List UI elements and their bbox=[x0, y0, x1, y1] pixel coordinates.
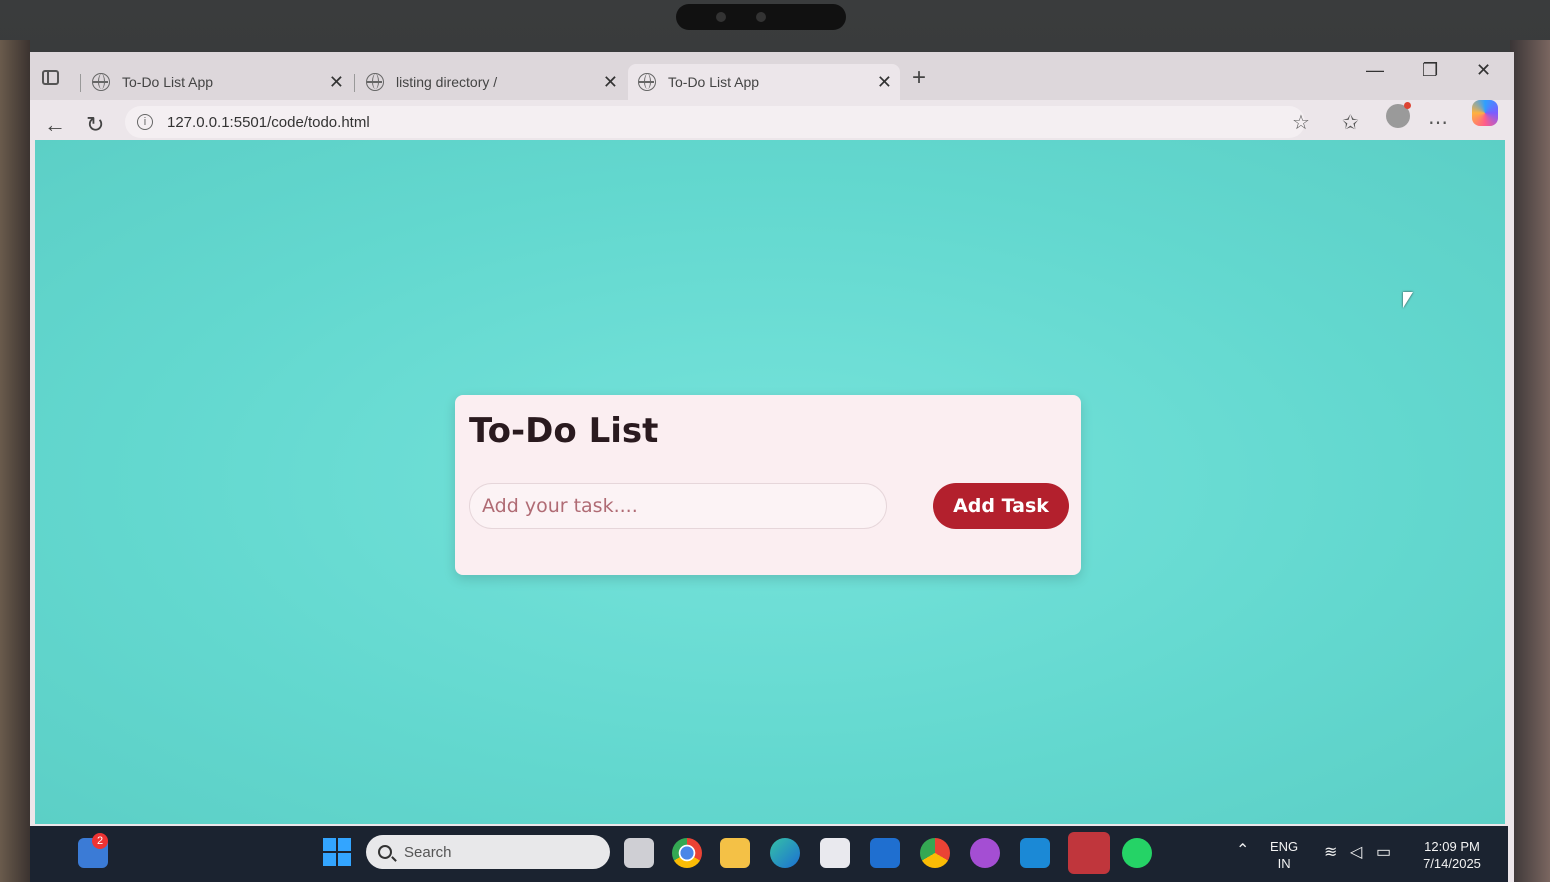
tab-actions-button[interactable] bbox=[42, 70, 64, 92]
language-code: ENG bbox=[1270, 839, 1299, 854]
restore-button[interactable]: ❐ bbox=[1422, 60, 1438, 81]
browser-window: To-Do List App ✕ listing directory / ✕ T… bbox=[30, 52, 1514, 882]
battery-icon[interactable]: ▭ bbox=[1376, 844, 1391, 861]
taskbar-search[interactable]: Search bbox=[366, 835, 610, 869]
store-icon[interactable] bbox=[820, 838, 850, 868]
tab-strip: To-Do List App ✕ listing directory / ✕ T… bbox=[30, 52, 1514, 100]
tab-separator bbox=[80, 74, 81, 92]
more-menu-icon[interactable]: ⋯ bbox=[1428, 110, 1448, 135]
volume-icon[interactable]: ◁ bbox=[1350, 844, 1362, 861]
sidebar-icon bbox=[42, 70, 59, 85]
todo-card: To-Do List Add Task bbox=[455, 395, 1081, 575]
info-icon[interactable]: i bbox=[137, 114, 153, 130]
wifi-icon[interactable]: ≋ bbox=[1324, 844, 1337, 861]
tab-label: listing directory / bbox=[396, 74, 498, 90]
refresh-button[interactable]: ↻ bbox=[86, 112, 104, 138]
favorites-icon[interactable]: ✩ bbox=[1342, 110, 1359, 135]
search-label: Search bbox=[404, 843, 452, 861]
tab-separator bbox=[354, 74, 355, 92]
copilot-icon[interactable] bbox=[1472, 100, 1498, 126]
address-bar[interactable]: i 127.0.0.1:5501/code/todo.html bbox=[125, 106, 1305, 138]
close-icon[interactable]: ✕ bbox=[603, 72, 618, 93]
tab-listing-directory[interactable]: listing directory / ✕ bbox=[356, 64, 626, 100]
new-tab-button[interactable]: + bbox=[912, 64, 926, 92]
region-code: IN bbox=[1277, 856, 1291, 871]
globe-icon bbox=[366, 73, 384, 91]
chrome-icon[interactable] bbox=[672, 838, 702, 868]
camera-lens bbox=[756, 12, 766, 22]
chevron-up-icon[interactable]: ⌃ bbox=[1236, 842, 1249, 859]
vscode-active-icon[interactable] bbox=[1068, 832, 1110, 874]
address-toolbar: ← ↻ i 127.0.0.1:5501/code/todo.html ☆ ✩ … bbox=[30, 100, 1514, 140]
edge-icon[interactable] bbox=[770, 838, 800, 868]
mouse-cursor bbox=[1403, 292, 1413, 308]
bezel-right-edge bbox=[1510, 40, 1550, 882]
file-explorer-icon[interactable] bbox=[720, 838, 750, 868]
tab-label: To-Do List App bbox=[668, 74, 760, 90]
start-button[interactable] bbox=[323, 838, 351, 866]
tab-todo-active[interactable]: To-Do List App ✕ bbox=[628, 64, 900, 100]
tab-todo-1[interactable]: To-Do List App ✕ bbox=[82, 64, 352, 100]
globe-icon bbox=[638, 73, 656, 91]
windows-taskbar: 2 Search ⌃ ENG IN ≋ ◁ ▭ 12:09 PM 7/14/20… bbox=[30, 826, 1508, 882]
outlook-icon[interactable] bbox=[870, 838, 900, 868]
whatsapp-icon[interactable] bbox=[1122, 838, 1152, 868]
star-icon[interactable]: ☆ bbox=[1292, 110, 1310, 135]
notification-dot bbox=[1404, 102, 1411, 109]
widgets-badge: 2 bbox=[92, 833, 108, 849]
bezel-left-edge bbox=[0, 40, 30, 882]
vscode-icon[interactable] bbox=[1020, 838, 1050, 868]
time-text: 12:09 PM bbox=[1424, 839, 1480, 854]
globe-icon bbox=[92, 73, 110, 91]
add-task-button[interactable]: Add Task bbox=[933, 483, 1069, 529]
task-input[interactable] bbox=[469, 483, 887, 529]
close-window-button[interactable]: ✕ bbox=[1476, 60, 1491, 81]
page-title: To-Do List bbox=[469, 411, 659, 451]
page-viewport: To-Do List Add Task bbox=[35, 140, 1505, 824]
close-icon[interactable]: ✕ bbox=[877, 72, 892, 93]
chrome-profile-icon[interactable] bbox=[920, 838, 950, 868]
search-icon bbox=[378, 845, 392, 859]
github-icon[interactable] bbox=[970, 838, 1000, 868]
back-button[interactable]: ← bbox=[44, 112, 66, 138]
minimize-button[interactable]: — bbox=[1366, 60, 1384, 81]
clock[interactable]: 12:09 PM 7/14/2025 bbox=[1412, 838, 1492, 872]
url-text: 127.0.0.1:5501/code/todo.html bbox=[167, 113, 370, 131]
task-view-icon[interactable] bbox=[624, 838, 654, 868]
language-indicator[interactable]: ENG IN bbox=[1270, 838, 1298, 872]
date-text: 7/14/2025 bbox=[1423, 856, 1481, 871]
tab-label: To-Do List App bbox=[122, 74, 214, 90]
close-icon[interactable]: ✕ bbox=[329, 72, 344, 93]
camera-sensor bbox=[716, 12, 726, 22]
webcam bbox=[676, 4, 846, 30]
